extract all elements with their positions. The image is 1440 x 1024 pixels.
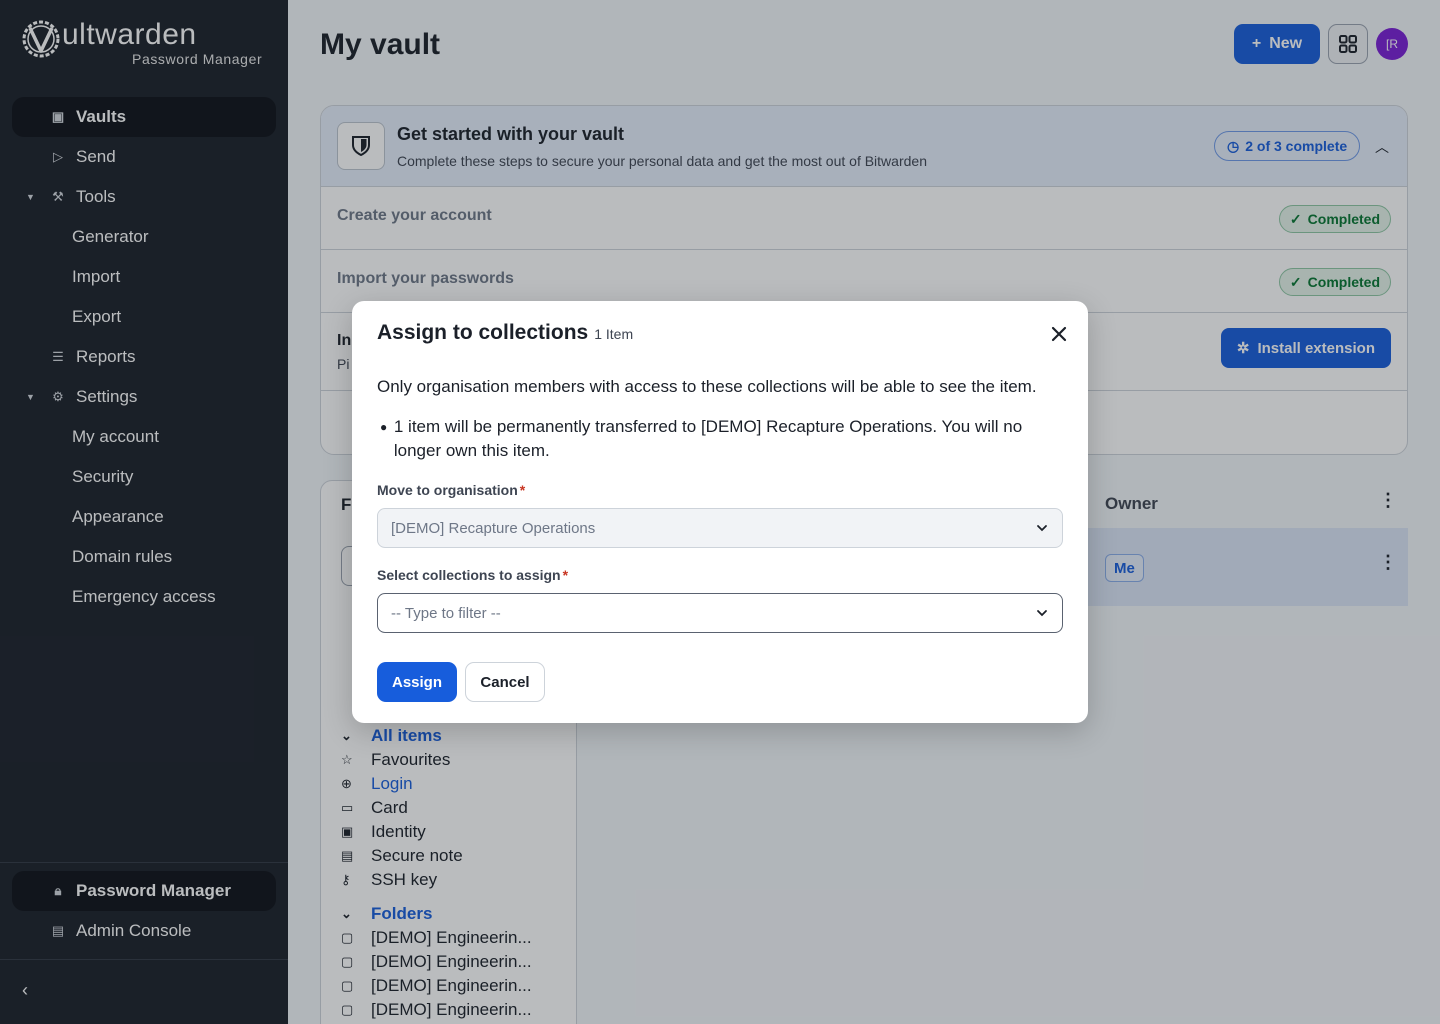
- cancel-button[interactable]: Cancel: [465, 662, 545, 702]
- collections-select-placeholder: -- Type to filter --: [391, 604, 501, 622]
- chevron-down-icon: [1037, 610, 1047, 617]
- org-field-label-text: Move to organisation: [377, 482, 518, 498]
- item-count: 1 Item: [594, 326, 634, 342]
- collections-field-label: Select collections to assign *: [377, 567, 568, 583]
- required-asterisk: *: [519, 482, 526, 498]
- collections-select[interactable]: -- Type to filter --: [377, 593, 1063, 633]
- organisation-select[interactable]: [DEMO] Recapture Operations: [377, 508, 1063, 548]
- dialog-title: Assign to collections 1 Item: [377, 321, 633, 345]
- assign-collections-dialog: Assign to collections 1 Item Only organi…: [352, 301, 1088, 723]
- transfer-warning-text: 1 item will be permanently transferred t…: [393, 417, 1023, 460]
- close-icon[interactable]: [1048, 323, 1070, 345]
- org-field-label: Move to organisation *: [377, 482, 525, 498]
- organisation-select-value: [DEMO] Recapture Operations: [391, 519, 596, 537]
- dialog-description: Only organisation members with access to…: [377, 377, 1037, 396]
- dialog-title-text: Assign to collections: [377, 321, 589, 344]
- collections-field-label-text: Select collections to assign: [377, 567, 561, 583]
- assign-button[interactable]: Assign: [377, 662, 457, 702]
- required-asterisk: *: [562, 567, 569, 583]
- bullet-icon: ●: [380, 420, 388, 434]
- transfer-warning: ● 1 item will be permanently transferred…: [377, 415, 1037, 463]
- chevron-down-icon: [1037, 525, 1047, 532]
